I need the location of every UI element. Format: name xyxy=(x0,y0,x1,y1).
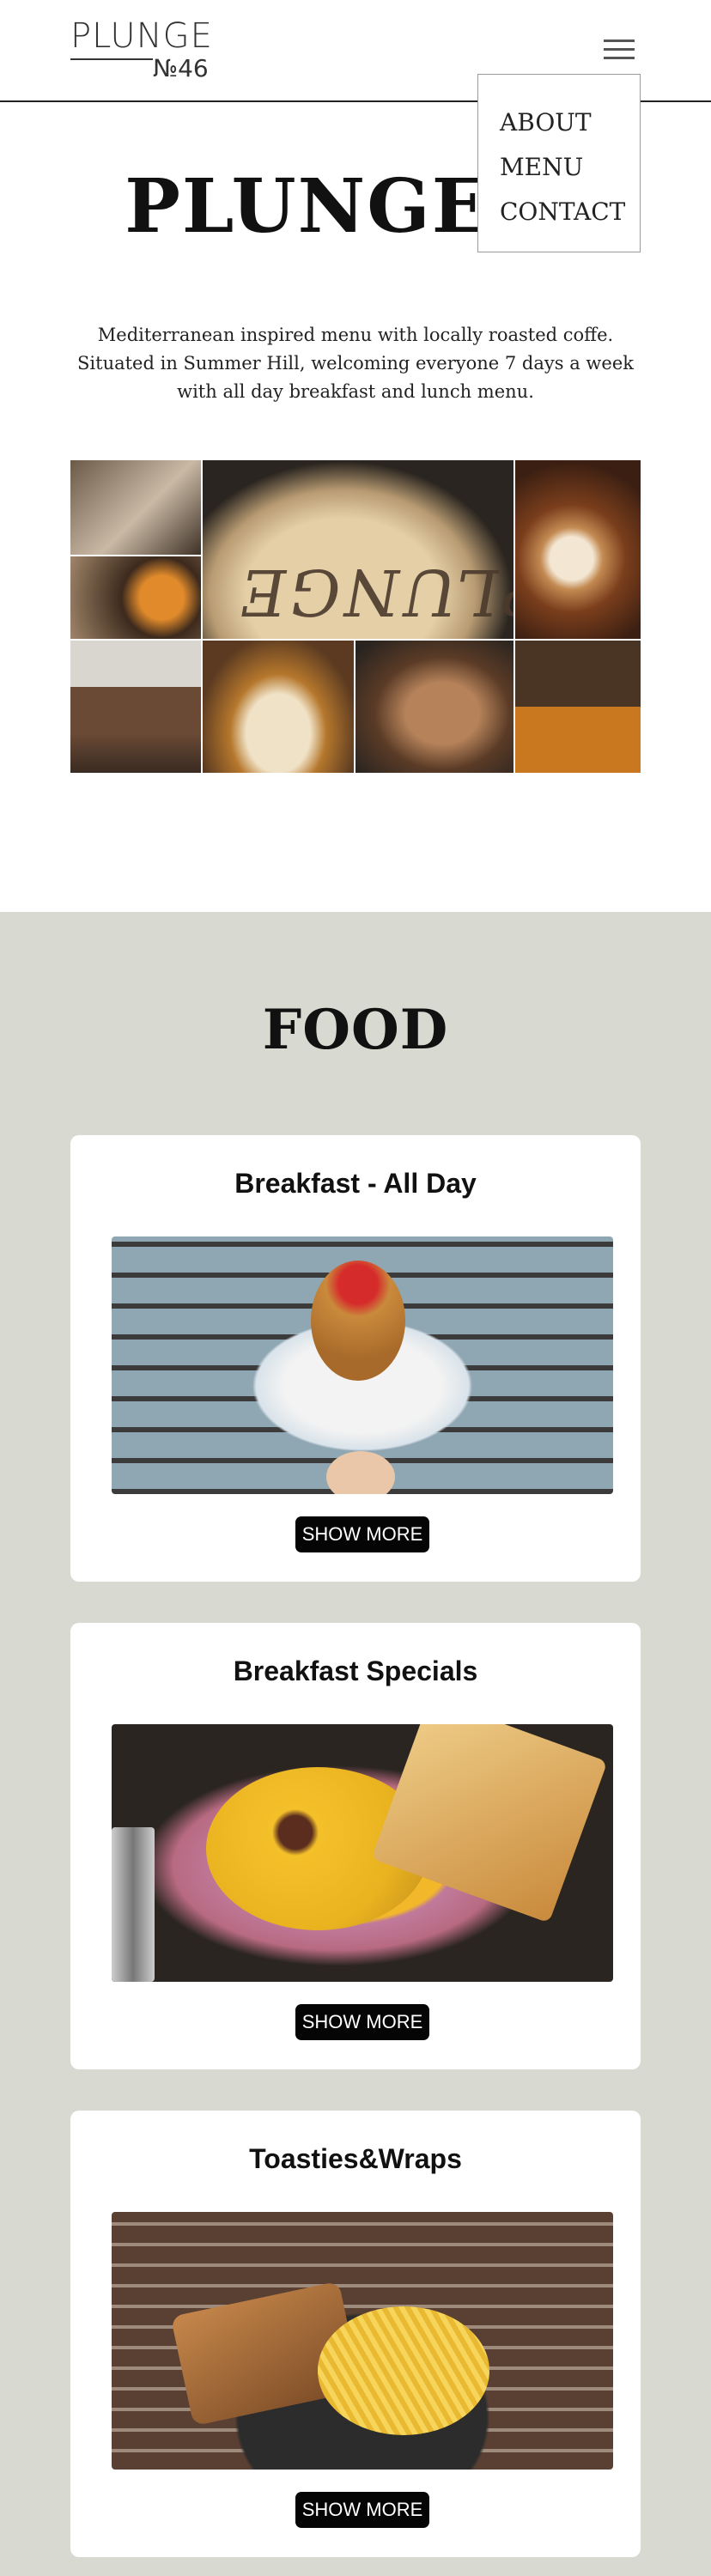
photo-interior-chairs xyxy=(70,641,201,773)
show-more-button[interactable]: SHOW MORE xyxy=(295,2492,429,2528)
nav-item-contact[interactable]: CONTACT xyxy=(500,190,640,234)
menu-card-breakfast-all-day: Breakfast - All Day SHOW MORE xyxy=(70,1135,641,1582)
card-title: Breakfast - All Day xyxy=(234,1168,477,1199)
card-title: Toasties&Wraps xyxy=(249,2143,462,2174)
photo-barista-pouring xyxy=(70,460,201,555)
logo[interactable]: PLUNGE №46 xyxy=(70,17,212,86)
fork xyxy=(112,1827,155,1982)
food-section-title: FOOD xyxy=(262,998,449,1062)
hand xyxy=(326,1451,395,1494)
menu-card-toasties-wraps: Toasties&Wraps SHOW MORE xyxy=(70,2111,641,2557)
card-image-french-toast xyxy=(112,1236,613,1494)
table-lettering: PLUNGE xyxy=(230,555,514,629)
photo-table-logo: PLUNGE xyxy=(203,460,514,639)
hamburger-bar xyxy=(604,39,635,42)
photo-round-table xyxy=(356,641,514,773)
show-more-button[interactable]: SHOW MORE xyxy=(295,2004,429,2040)
photo-latte xyxy=(515,460,641,639)
photo-juice-bar xyxy=(70,556,201,639)
food-stack xyxy=(311,1261,405,1381)
logo-wordmark: PLUNGE xyxy=(70,16,213,56)
hamburger-menu-icon[interactable] xyxy=(604,38,638,62)
nav-item-about[interactable]: ABOUT xyxy=(500,100,640,145)
card-image-toastie-fries xyxy=(112,2212,613,2470)
food-section: FOOD Breakfast - All Day SHOW MORE Break… xyxy=(0,912,711,2576)
intro-text: Mediterranean inspired menu with locally… xyxy=(77,325,634,402)
menu-card-breakfast-specials: Breakfast Specials SHOW MORE xyxy=(70,1623,641,2069)
photo-collage: PLUNGE xyxy=(70,460,641,773)
photo-pastries-coffee xyxy=(515,641,641,773)
hamburger-bar xyxy=(604,57,635,59)
show-more-button[interactable]: SHOW MORE xyxy=(295,1516,429,1552)
nav-dropdown: ABOUT MENU CONTACT xyxy=(477,74,641,252)
nav-item-menu[interactable]: MENU xyxy=(500,145,640,190)
fries xyxy=(318,2306,489,2435)
logo-underline xyxy=(70,58,153,60)
photo-burger xyxy=(203,641,354,773)
logo-number: №46 xyxy=(153,54,209,82)
card-image-omelette xyxy=(112,1724,613,1982)
hamburger-bar xyxy=(604,48,635,51)
card-title: Breakfast Specials xyxy=(233,1656,478,1686)
